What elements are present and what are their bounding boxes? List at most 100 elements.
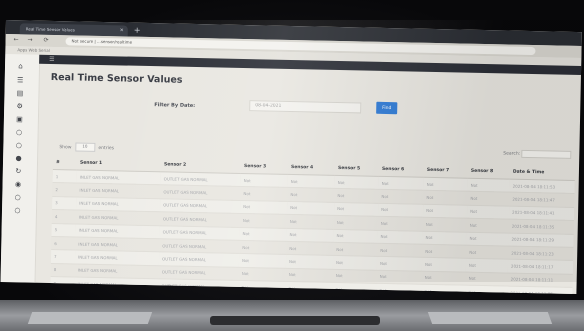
table-cell: 2021-08-04 18:11:35	[508, 219, 574, 234]
table-cell: Not	[467, 178, 510, 193]
gauge-icon[interactable]: ●	[14, 154, 23, 163]
table-cell: Not	[332, 269, 377, 284]
forward-icon[interactable]: →	[27, 34, 33, 46]
table-cell: Not	[287, 187, 335, 203]
table-cell: Not	[465, 258, 509, 273]
table-cell: Not	[422, 230, 467, 246]
table-cell: 2021-08-04 18:11:11	[507, 272, 573, 288]
table-cell: 7	[50, 249, 76, 264]
home-icon[interactable]: ⌂	[16, 62, 25, 71]
column-header[interactable]: Sensor 8	[467, 163, 511, 180]
search-input[interactable]	[521, 149, 572, 159]
table-cell: Not	[334, 188, 379, 204]
column-header[interactable]: #	[52, 155, 78, 171]
menu-icon[interactable]: ☰	[49, 55, 55, 64]
page-title: Real Time Sensor Values	[50, 71, 183, 86]
table-cell: Not	[239, 213, 287, 228]
browser-tab-title: Real Time Sensor Values	[25, 26, 75, 33]
settings-icon[interactable]: ⚙	[15, 102, 24, 111]
column-header[interactable]: Sensor 6	[378, 161, 425, 178]
column-header[interactable]: Sensor 4	[287, 159, 336, 176]
table-cell: 2	[52, 182, 77, 197]
back-icon[interactable]: ←	[13, 34, 19, 46]
table-cell: 2021-08-04 18:11:23	[508, 246, 574, 261]
record-icon[interactable]: ◉	[13, 180, 22, 189]
table-cell: Not	[378, 176, 424, 191]
table-cell: Not	[240, 173, 288, 188]
table-cell: 2021-08-04 18:11:41	[508, 205, 575, 221]
table-cell: Not	[333, 215, 378, 230]
table-cell: 6	[51, 236, 76, 251]
sidebar: ⌂ ☰ ▤ ⚙ ▣ ○ ○ ● ↻ ◉ ○ ○	[0, 53, 41, 283]
close-icon[interactable]: ×	[119, 25, 124, 36]
filter-date-label: Filter By Date:	[154, 102, 196, 109]
table-cell: Not	[332, 255, 378, 271]
table-cell: 2021-08-04 18:11:47	[509, 192, 575, 208]
table-cell: Not	[423, 177, 468, 192]
show-entries-control: Show 10 entries	[59, 142, 114, 152]
table-cell: Not	[465, 271, 508, 287]
table-cell: Not	[238, 267, 286, 282]
table-icon[interactable]: ▤	[15, 89, 24, 98]
table-cell: Not	[286, 201, 335, 216]
table-cell: 4	[51, 209, 77, 224]
table-cell: Not	[286, 214, 334, 229]
list-icon[interactable]: ☰	[16, 76, 25, 85]
table-cell: Not	[239, 227, 287, 242]
table-cell: Not	[286, 227, 334, 243]
table-cell: Not	[423, 190, 468, 205]
table-cell: Not	[377, 229, 423, 245]
table-cell: 1	[52, 169, 77, 184]
table-cell: Not	[422, 217, 467, 232]
circle-icon[interactable]: ○	[13, 193, 22, 202]
search-label: Search:	[503, 151, 521, 157]
table-cell: Not	[421, 270, 466, 286]
sensor-table: # Sensor 1 Sensor 2 Sensor 3 Sensor 4 Sensor …	[50, 155, 576, 295]
show-label: Show	[59, 145, 72, 151]
chart-icon[interactable]: ▣	[15, 115, 24, 124]
table-cell: Not	[334, 175, 379, 190]
reload-icon[interactable]: ⟳	[43, 35, 49, 47]
table-cell: 5	[51, 223, 76, 237]
circle-icon[interactable]: ○	[13, 206, 22, 215]
table-cell: Not	[466, 218, 509, 233]
filter-date-input[interactable]	[249, 100, 362, 114]
table-cell: Not	[238, 253, 287, 269]
laptop-hinge-slot	[210, 316, 380, 325]
circle-icon[interactable]: ○	[14, 141, 23, 150]
table-cell: Not	[422, 244, 467, 259]
column-header[interactable]: Sensor 5	[334, 160, 380, 177]
table-cell: Not	[240, 186, 288, 202]
table-cell: Not	[286, 241, 334, 256]
column-header[interactable]: Date & Time	[509, 164, 576, 181]
table-cell: 8	[50, 263, 75, 278]
table-cell: Not	[376, 270, 422, 285]
table-cell: Not	[467, 191, 510, 206]
table-cell: Not	[377, 243, 423, 258]
table-cell: Not	[466, 245, 509, 260]
entries-label: entries	[98, 145, 115, 152]
column-header[interactable]: Sensor 7	[423, 162, 469, 179]
table-cell: Not	[333, 242, 378, 257]
table-cell: Not	[466, 231, 509, 247]
table-cell: 2021-08-04 18:11:53	[509, 179, 575, 194]
table-cell: Not	[422, 204, 468, 219]
table-cell: Not	[287, 174, 335, 189]
find-button[interactable]: Find	[376, 101, 398, 115]
table-cell: Not	[421, 257, 467, 272]
column-header[interactable]: Sensor 2	[160, 157, 242, 174]
refresh-icon[interactable]: ↻	[14, 167, 23, 176]
column-header[interactable]: Sensor 3	[240, 158, 289, 175]
laptop-screen: Real Time Sensor Values × + ← → ⟳ Not se…	[0, 20, 582, 295]
table-cell: Not	[285, 268, 333, 283]
table-cell: Not	[376, 256, 423, 271]
table-cell: 2021-08-04 18:11:29	[508, 232, 574, 248]
table-cell: Not	[378, 189, 424, 205]
new-tab-icon[interactable]: +	[134, 25, 141, 36]
table-cell: 3	[52, 196, 77, 211]
circle-icon[interactable]: ○	[15, 128, 24, 137]
table-cell: Not	[239, 240, 287, 255]
table-cell: Not	[377, 216, 423, 231]
laptop-base-left	[27, 312, 153, 324]
entries-select[interactable]: 10	[74, 142, 96, 152]
